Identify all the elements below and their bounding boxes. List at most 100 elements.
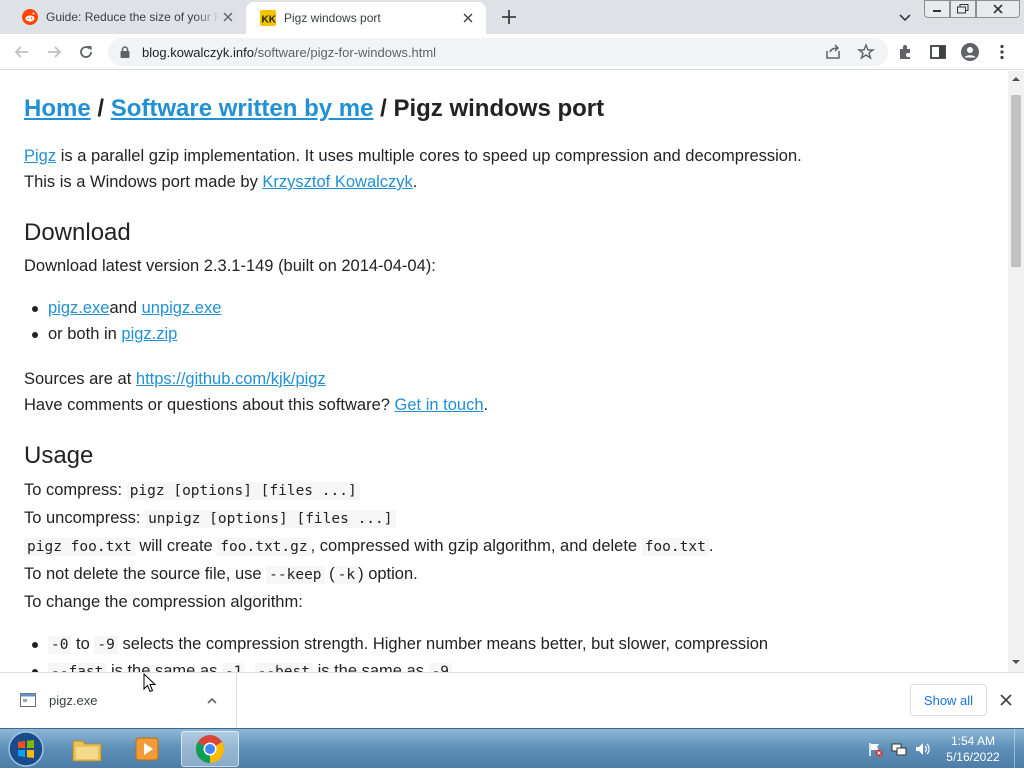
- back-arrow-icon[interactable]: [12, 42, 32, 62]
- chevron-down-icon[interactable]: [897, 9, 913, 25]
- tab-close-icon[interactable]: [460, 10, 476, 26]
- list-text: or both in: [48, 325, 122, 343]
- windows-taskbar: 1:54 AM 5/16/2022: [0, 728, 1024, 769]
- action-center-flag-icon[interactable]: [867, 741, 883, 757]
- start-orb-icon[interactable]: [6, 730, 46, 768]
- code-snippet: --best: [254, 663, 313, 672]
- comments-text: Have comments or questions about this so…: [24, 396, 395, 414]
- tab-close-icon[interactable]: [220, 9, 236, 25]
- usage-text: To compress:: [24, 481, 127, 499]
- side-panel-icon[interactable]: [928, 42, 948, 62]
- breadcrumb-software-link[interactable]: Software written by me: [111, 95, 374, 122]
- scroll-up-arrow-icon[interactable]: [1012, 75, 1020, 83]
- list-text: ,: [245, 662, 255, 672]
- close-window-button[interactable]: [976, 0, 1020, 18]
- code-snippet: foo.txt.gz: [217, 538, 311, 556]
- folder-icon: [72, 740, 102, 762]
- breadcrumb-separator: /: [97, 95, 105, 122]
- list-text: and: [109, 299, 142, 317]
- extensions-puzzle-icon[interactable]: [896, 42, 916, 62]
- address-bar[interactable]: blog.kowalczyk.info/software/pigz-for-wi…: [108, 38, 888, 66]
- pigz-zip-link[interactable]: pigz.zip: [121, 325, 177, 343]
- media-player-icon: [135, 737, 159, 761]
- profile-avatar-icon[interactable]: [960, 42, 980, 62]
- taskbar-explorer[interactable]: [58, 731, 116, 767]
- tab-strip: Guide: Reduce the size of your PC KK Pig…: [0, 0, 1024, 34]
- code-snippet: pigz [options] [files ...]: [126, 482, 360, 500]
- exe-file-icon: [20, 693, 36, 707]
- menu-kebab-icon[interactable]: [992, 42, 1012, 62]
- tab-title: Guide: Reduce the size of your PC: [46, 10, 220, 24]
- mouse-cursor-icon: [143, 673, 157, 693]
- forward-arrow-icon[interactable]: [44, 42, 64, 62]
- pigz-link[interactable]: Pigz: [24, 147, 56, 165]
- code-snippet: --fast: [48, 663, 107, 672]
- usage-compress: To compress: pigz [options] [files ...]: [24, 480, 360, 501]
- list-item: -0 to -9 selects the compression strengt…: [31, 631, 768, 658]
- code-snippet: unpigz [options] [files ...]: [145, 510, 396, 528]
- usage-change: To change the compression algorithm:: [24, 593, 303, 611]
- url-path: /software/pigz-for-windows.html: [254, 45, 437, 60]
- lock-icon[interactable]: [118, 45, 132, 59]
- share-icon[interactable]: [824, 43, 842, 61]
- unpigz-exe-link[interactable]: unpigz.exe: [142, 299, 222, 317]
- taskbar-chrome[interactable]: [181, 731, 239, 767]
- usage-text: (: [324, 565, 335, 583]
- system-clock[interactable]: 1:54 AM 5/16/2022: [936, 733, 1010, 765]
- author-link[interactable]: Krzysztof Kowalczyk: [262, 173, 412, 191]
- new-tab-plus-icon[interactable]: [500, 8, 518, 26]
- chevron-up-icon[interactable]: [205, 694, 219, 708]
- breadcrumb-separator: /: [380, 95, 387, 122]
- show-desktop-button[interactable]: [1014, 729, 1024, 769]
- download-list: pigz.exeand unpigz.exe or both in pigz.z…: [31, 295, 222, 347]
- usage-text: , compressed with gzip algorithm, and de…: [310, 537, 642, 555]
- scrollbar-thumb[interactable]: [1011, 95, 1021, 267]
- kk-site-icon: KK: [260, 10, 276, 26]
- usage-heading: Usage: [24, 442, 94, 469]
- browser-toolbar: blog.kowalczyk.info/software/pigz-for-wi…: [0, 34, 1024, 70]
- vertical-scrollbar[interactable]: [1008, 71, 1024, 672]
- latest-version-text: Download latest version 2.3.1-149 (built…: [24, 257, 436, 275]
- tab-pigz-windows-port[interactable]: KK Pigz windows port: [246, 2, 486, 34]
- download-filename: pigz.exe: [49, 693, 98, 708]
- download-heading: Download: [24, 219, 131, 246]
- list-item: or both in pigz.zip: [31, 321, 221, 347]
- download-item[interactable]: pigz.exe: [0, 673, 237, 729]
- usage-create: pigz foo.txt will create foo.txt.gz, com…: [24, 536, 713, 557]
- list-text: is the same as: [312, 662, 429, 672]
- bookmark-star-icon[interactable]: [857, 43, 875, 61]
- volume-speaker-icon[interactable]: [914, 741, 930, 757]
- show-all-button[interactable]: Show all: [910, 684, 987, 716]
- comments-line: Have comments or questions about this so…: [24, 395, 488, 415]
- code-snippet: --keep: [266, 566, 325, 584]
- close-icon[interactable]: [998, 692, 1014, 708]
- usage-text: will create: [134, 537, 218, 555]
- compression-options-list: -0 to -9 selects the compression strengt…: [31, 631, 768, 672]
- get-in-touch-link[interactable]: Get in touch: [395, 396, 484, 414]
- page-viewport: Home / Software written by me / Pigz win…: [0, 71, 1008, 672]
- clock-time: 1:54 AM: [950, 734, 996, 748]
- breadcrumb-home-link[interactable]: Home: [24, 95, 91, 122]
- github-link[interactable]: https://github.com/kjk/pigz: [136, 370, 326, 388]
- code-snippet: -0: [48, 636, 72, 654]
- reload-icon[interactable]: [76, 42, 96, 62]
- taskbar-media-player[interactable]: [118, 731, 176, 767]
- minimize-button[interactable]: [924, 0, 950, 18]
- usage-uncompress: To uncompress: unpigz [options] [files .…: [24, 508, 396, 529]
- comments-text: .: [483, 396, 489, 414]
- code-snippet: -1: [221, 663, 246, 672]
- network-icon[interactable]: [891, 741, 907, 757]
- scroll-down-arrow-icon[interactable]: [1012, 658, 1020, 666]
- usage-keep: To not delete the source file, use --kee…: [24, 564, 418, 585]
- usage-text: .: [708, 537, 714, 555]
- list-text: is the same as: [106, 662, 222, 672]
- tab-title: Pigz windows port: [284, 11, 381, 25]
- svg-text:KK: KK: [262, 15, 277, 26]
- reddit-icon: [22, 9, 38, 25]
- code-snippet: -k: [334, 566, 359, 584]
- pigz-exe-link[interactable]: pigz.exe: [48, 299, 109, 317]
- clock-date: 5/16/2022: [946, 750, 1000, 764]
- code-snippet: -9: [428, 663, 453, 672]
- tab-reddit-guide[interactable]: Guide: Reduce the size of your PC: [8, 0, 246, 34]
- restore-button[interactable]: [950, 0, 976, 18]
